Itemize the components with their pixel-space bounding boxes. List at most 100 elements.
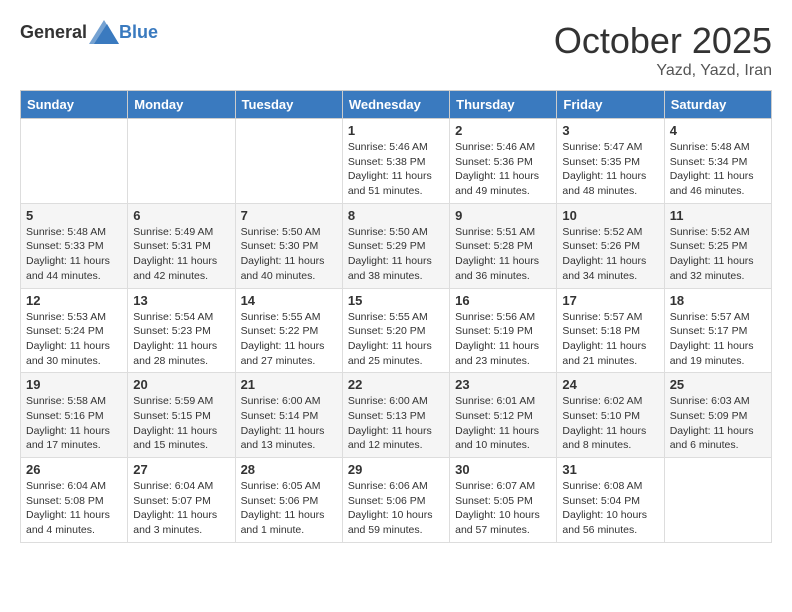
calendar-day-cell: 4 Sunrise: 5:48 AM Sunset: 5:34 PM Daylig… bbox=[664, 119, 771, 204]
day-number: 8 bbox=[348, 208, 444, 223]
day-info: Sunrise: 5:46 AM Sunset: 5:38 PM Dayligh… bbox=[348, 140, 444, 199]
day-of-week-header: Wednesday bbox=[342, 91, 449, 119]
calendar-day-cell: 22 Sunrise: 6:00 AM Sunset: 5:13 PM Dayli… bbox=[342, 373, 449, 458]
day-of-week-header: Thursday bbox=[450, 91, 557, 119]
day-info: Sunrise: 6:03 AM Sunset: 5:09 PM Dayligh… bbox=[670, 394, 766, 453]
day-info: Sunrise: 5:55 AM Sunset: 5:22 PM Dayligh… bbox=[241, 310, 337, 369]
day-number: 17 bbox=[562, 293, 658, 308]
day-info: Sunrise: 6:08 AM Sunset: 5:04 PM Dayligh… bbox=[562, 479, 658, 538]
day-info: Sunrise: 5:51 AM Sunset: 5:28 PM Dayligh… bbox=[455, 225, 551, 284]
calendar-day-cell: 16 Sunrise: 5:56 AM Sunset: 5:19 PM Dayli… bbox=[450, 288, 557, 373]
calendar-day-cell: 7Sunrise: 5:50 AM Sunset: 5:30 PM Daylig… bbox=[235, 203, 342, 288]
day-number: 24 bbox=[562, 377, 658, 392]
day-info: Sunrise: 5:49 AM Sunset: 5:31 PM Dayligh… bbox=[133, 225, 229, 284]
day-number: 15 bbox=[348, 293, 444, 308]
day-number: 26 bbox=[26, 462, 122, 477]
page-header: General Blue October 2025 Yazd, Yazd, Ir… bbox=[20, 20, 772, 80]
calendar-day-cell: 1 Sunrise: 5:46 AM Sunset: 5:38 PM Daylig… bbox=[342, 119, 449, 204]
day-number: 9 bbox=[455, 208, 551, 223]
day-info: Sunrise: 5:54 AM Sunset: 5:23 PM Dayligh… bbox=[133, 310, 229, 369]
day-number: 4 bbox=[670, 123, 766, 138]
day-info: Sunrise: 6:04 AM Sunset: 5:07 PM Dayligh… bbox=[133, 479, 229, 538]
calendar-day-cell bbox=[235, 119, 342, 204]
day-number: 28 bbox=[241, 462, 337, 477]
calendar-day-cell: 23Sunrise: 6:01 AM Sunset: 5:12 PM Dayli… bbox=[450, 373, 557, 458]
day-info: Sunrise: 5:55 AM Sunset: 5:20 PM Dayligh… bbox=[348, 310, 444, 369]
calendar-header-row: SundayMondayTuesdayWednesdayThursdayFrid… bbox=[21, 91, 772, 119]
day-number: 6 bbox=[133, 208, 229, 223]
calendar-day-cell: 20 Sunrise: 5:59 AM Sunset: 5:15 PM Dayli… bbox=[128, 373, 235, 458]
day-info: Sunrise: 5:56 AM Sunset: 5:19 PM Dayligh… bbox=[455, 310, 551, 369]
calendar-day-cell: 14Sunrise: 5:55 AM Sunset: 5:22 PM Dayli… bbox=[235, 288, 342, 373]
month-title: October 2025 bbox=[554, 20, 772, 62]
day-of-week-header: Saturday bbox=[664, 91, 771, 119]
calendar-day-cell: 31 Sunrise: 6:08 AM Sunset: 5:04 PM Dayli… bbox=[557, 458, 664, 543]
calendar-day-cell: 25Sunrise: 6:03 AM Sunset: 5:09 PM Dayli… bbox=[664, 373, 771, 458]
calendar-day-cell: 5Sunrise: 5:48 AM Sunset: 5:33 PM Daylig… bbox=[21, 203, 128, 288]
day-number: 22 bbox=[348, 377, 444, 392]
day-number: 5 bbox=[26, 208, 122, 223]
day-info: Sunrise: 5:48 AM Sunset: 5:34 PM Dayligh… bbox=[670, 140, 766, 199]
calendar-day-cell: 3 Sunrise: 5:47 AM Sunset: 5:35 PM Daylig… bbox=[557, 119, 664, 204]
calendar-day-cell: 2 Sunrise: 5:46 AM Sunset: 5:36 PM Daylig… bbox=[450, 119, 557, 204]
calendar-day-cell: 19Sunrise: 5:58 AM Sunset: 5:16 PM Dayli… bbox=[21, 373, 128, 458]
day-info: Sunrise: 5:53 AM Sunset: 5:24 PM Dayligh… bbox=[26, 310, 122, 369]
calendar-week-row: 1 Sunrise: 5:46 AM Sunset: 5:38 PM Daylig… bbox=[21, 119, 772, 204]
calendar-week-row: 5Sunrise: 5:48 AM Sunset: 5:33 PM Daylig… bbox=[21, 203, 772, 288]
calendar-day-cell: 6 Sunrise: 5:49 AM Sunset: 5:31 PM Daylig… bbox=[128, 203, 235, 288]
day-info: Sunrise: 5:57 AM Sunset: 5:17 PM Dayligh… bbox=[670, 310, 766, 369]
title-section: October 2025 Yazd, Yazd, Iran bbox=[554, 20, 772, 80]
day-of-week-header: Friday bbox=[557, 91, 664, 119]
calendar-week-row: 19Sunrise: 5:58 AM Sunset: 5:16 PM Dayli… bbox=[21, 373, 772, 458]
day-number: 21 bbox=[241, 377, 337, 392]
day-info: Sunrise: 6:02 AM Sunset: 5:10 PM Dayligh… bbox=[562, 394, 658, 453]
calendar-day-cell: 11Sunrise: 5:52 AM Sunset: 5:25 PM Dayli… bbox=[664, 203, 771, 288]
logo: General Blue bbox=[20, 20, 158, 44]
day-of-week-header: Tuesday bbox=[235, 91, 342, 119]
calendar-day-cell: 8 Sunrise: 5:50 AM Sunset: 5:29 PM Daylig… bbox=[342, 203, 449, 288]
day-number: 29 bbox=[348, 462, 444, 477]
calendar-day-cell: 17 Sunrise: 5:57 AM Sunset: 5:18 PM Dayli… bbox=[557, 288, 664, 373]
day-info: Sunrise: 6:06 AM Sunset: 5:06 PM Dayligh… bbox=[348, 479, 444, 538]
calendar-day-cell: 27 Sunrise: 6:04 AM Sunset: 5:07 PM Dayli… bbox=[128, 458, 235, 543]
day-number: 20 bbox=[133, 377, 229, 392]
day-number: 16 bbox=[455, 293, 551, 308]
calendar-day-cell: 26 Sunrise: 6:04 AM Sunset: 5:08 PM Dayli… bbox=[21, 458, 128, 543]
day-info: Sunrise: 5:59 AM Sunset: 5:15 PM Dayligh… bbox=[133, 394, 229, 453]
logo-icon bbox=[89, 20, 119, 44]
day-info: Sunrise: 5:58 AM Sunset: 5:16 PM Dayligh… bbox=[26, 394, 122, 453]
day-info: Sunrise: 5:50 AM Sunset: 5:29 PM Dayligh… bbox=[348, 225, 444, 284]
calendar-day-cell: 13 Sunrise: 5:54 AM Sunset: 5:23 PM Dayli… bbox=[128, 288, 235, 373]
calendar-week-row: 26 Sunrise: 6:04 AM Sunset: 5:08 PM Dayli… bbox=[21, 458, 772, 543]
day-number: 12 bbox=[26, 293, 122, 308]
day-number: 10 bbox=[562, 208, 658, 223]
day-info: Sunrise: 6:00 AM Sunset: 5:13 PM Dayligh… bbox=[348, 394, 444, 453]
calendar-day-cell: 15 Sunrise: 5:55 AM Sunset: 5:20 PM Dayli… bbox=[342, 288, 449, 373]
day-number: 13 bbox=[133, 293, 229, 308]
day-number: 31 bbox=[562, 462, 658, 477]
calendar-day-cell: 30Sunrise: 6:07 AM Sunset: 5:05 PM Dayli… bbox=[450, 458, 557, 543]
calendar-day-cell bbox=[21, 119, 128, 204]
calendar-day-cell: 21 Sunrise: 6:00 AM Sunset: 5:14 PM Dayli… bbox=[235, 373, 342, 458]
calendar-day-cell bbox=[664, 458, 771, 543]
day-info: Sunrise: 5:47 AM Sunset: 5:35 PM Dayligh… bbox=[562, 140, 658, 199]
day-info: Sunrise: 5:46 AM Sunset: 5:36 PM Dayligh… bbox=[455, 140, 551, 199]
calendar-day-cell: 10Sunrise: 5:52 AM Sunset: 5:26 PM Dayli… bbox=[557, 203, 664, 288]
calendar-day-cell bbox=[128, 119, 235, 204]
day-info: Sunrise: 6:00 AM Sunset: 5:14 PM Dayligh… bbox=[241, 394, 337, 453]
day-number: 11 bbox=[670, 208, 766, 223]
logo-text-general: General bbox=[20, 22, 87, 43]
calendar-week-row: 12 Sunrise: 5:53 AM Sunset: 5:24 PM Dayli… bbox=[21, 288, 772, 373]
day-info: Sunrise: 5:57 AM Sunset: 5:18 PM Dayligh… bbox=[562, 310, 658, 369]
day-number: 27 bbox=[133, 462, 229, 477]
day-info: Sunrise: 6:07 AM Sunset: 5:05 PM Dayligh… bbox=[455, 479, 551, 538]
calendar-day-cell: 28Sunrise: 6:05 AM Sunset: 5:06 PM Dayli… bbox=[235, 458, 342, 543]
logo-text-blue: Blue bbox=[119, 22, 158, 43]
day-number: 3 bbox=[562, 123, 658, 138]
calendar-day-cell: 18Sunrise: 5:57 AM Sunset: 5:17 PM Dayli… bbox=[664, 288, 771, 373]
day-number: 2 bbox=[455, 123, 551, 138]
location: Yazd, Yazd, Iran bbox=[554, 62, 772, 80]
day-info: Sunrise: 6:04 AM Sunset: 5:08 PM Dayligh… bbox=[26, 479, 122, 538]
day-number: 1 bbox=[348, 123, 444, 138]
calendar-day-cell: 29 Sunrise: 6:06 AM Sunset: 5:06 PM Dayli… bbox=[342, 458, 449, 543]
